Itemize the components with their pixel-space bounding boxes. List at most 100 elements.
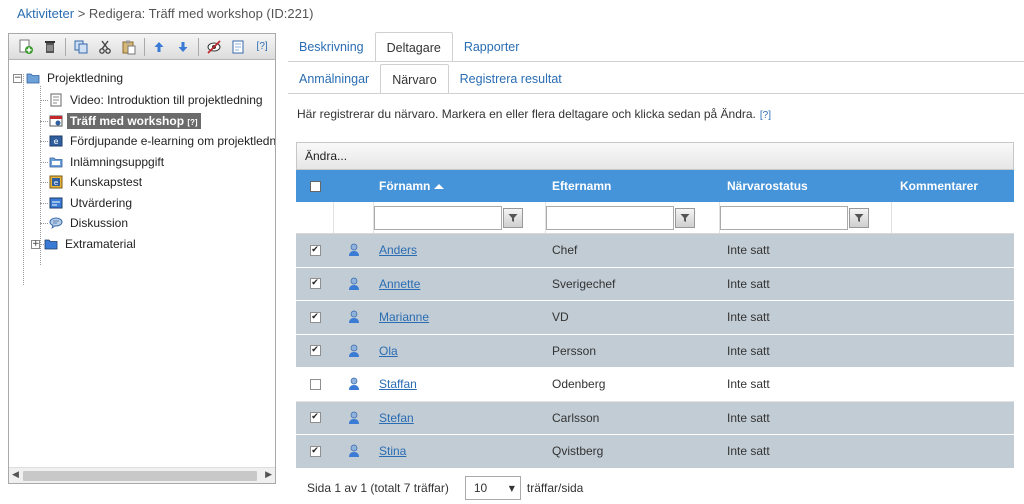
page-size-value: 10 <box>473 481 488 495</box>
page-size-select[interactable]: 10 ▼ <box>464 476 521 500</box>
test-icon: e <box>49 175 63 189</box>
row-status-cell: Inte satt <box>720 402 892 435</box>
move-up-icon[interactable] <box>149 37 171 57</box>
header-comments[interactable]: Kommentarer <box>892 170 1014 202</box>
tree-item-utvardering[interactable]: Utvärdering <box>49 193 135 213</box>
table-row[interactable]: ✔ Anders Chef Inte satt <box>296 234 1014 268</box>
delete-icon[interactable] <box>39 37 61 57</box>
cut-icon[interactable] <box>94 37 116 57</box>
svg-text:e: e <box>54 179 58 187</box>
participant-name-link[interactable]: Annette <box>379 277 420 291</box>
table-row[interactable]: ✔ Marianne VD Inte satt <box>296 301 1014 335</box>
row-checkbox[interactable]: ✔ <box>309 412 321 424</box>
preview-icon[interactable] <box>227 37 249 57</box>
expand-icon[interactable]: + <box>31 239 40 249</box>
participant-name-link[interactable]: Ola <box>379 344 398 358</box>
tree-item-diskussion[interactable]: Diskussion <box>49 213 131 233</box>
table-row[interactable]: Staffan Odenberg Inte satt <box>296 368 1014 402</box>
header-first-name[interactable]: Förnamn <box>374 170 546 202</box>
pager-summary: Sida 1 av 1 (totalt 7 träffar) <box>307 481 449 495</box>
tree-node-label-text: Träff med workshop <box>70 114 185 128</box>
tree-item-inlamningsuppgift[interactable]: Inlämningsuppgift <box>49 152 167 172</box>
tree-connector <box>40 162 48 163</box>
add-icon[interactable] <box>15 37 37 57</box>
filter-icon[interactable] <box>675 207 695 228</box>
filter-empty <box>334 202 374 233</box>
help-icon[interactable]: [?] <box>251 37 273 57</box>
row-checkbox-cell: ✔ <box>296 268 334 301</box>
tab-rapporter[interactable]: Rapporter <box>453 32 531 62</box>
tab-divider <box>288 61 1024 62</box>
user-icon <box>349 411 359 424</box>
select-all-checkbox[interactable] <box>309 180 321 192</box>
table-row[interactable]: ✔ Ola Persson Inte satt <box>296 334 1014 368</box>
row-user-icon-cell <box>334 335 374 368</box>
hide-icon[interactable] <box>203 37 225 57</box>
participant-name-link[interactable]: Marianne <box>379 310 429 324</box>
tree-item-kunskapstest[interactable]: e Kunskapstest <box>49 172 145 192</box>
table-row[interactable]: ✔ Stina Qvistberg Inte satt <box>296 435 1014 469</box>
row-last-name: Odenberg <box>552 377 606 392</box>
row-first-name-cell: Anders <box>374 234 546 267</box>
tree-item-video[interactable]: Video: Introduktion till projektledning <box>49 90 266 110</box>
row-first-name-cell: Marianne <box>374 301 546 334</box>
tab-registrera-resultat[interactable]: Registrera resultat <box>449 64 573 94</box>
main-tabs: Beskrivning Deltagare Rapporter <box>288 32 530 62</box>
tree-node-root[interactable]: − Projektledning <box>13 68 126 88</box>
breadcrumb-current: Redigera: Träff med workshop (ID:221) <box>88 6 314 21</box>
tab-narvaro[interactable]: Närvaro <box>380 64 449 94</box>
tree-node-label: Kunskapstest <box>70 175 143 189</box>
subtab-divider <box>288 93 1024 94</box>
header-status[interactable]: Närvarostatus <box>720 170 892 202</box>
scroll-left-icon[interactable]: ◀ <box>12 470 19 480</box>
tree-item-traff-med-workshop[interactable]: Träff med workshop [?] <box>49 111 201 131</box>
participant-name-link[interactable]: Staffan <box>379 377 417 391</box>
toolbar-separator <box>143 37 145 56</box>
participant-name-link[interactable]: Anders <box>379 243 417 257</box>
row-checkbox[interactable]: ✔ <box>309 445 321 457</box>
row-checkbox[interactable]: ✔ <box>309 244 321 256</box>
copy-icon[interactable] <box>70 37 92 57</box>
tab-deltagare[interactable]: Deltagare <box>374 32 453 62</box>
row-last-name: Persson <box>552 343 597 358</box>
info-text: Här registrerar du närvaro. Markera en e… <box>297 107 771 121</box>
folder-icon <box>44 237 58 251</box>
info-help-link[interactable]: [?] <box>760 110 771 121</box>
tree-node-label: Utvärdering <box>70 196 133 210</box>
breadcrumb-link-aktiviteter[interactable]: Aktiviteter <box>17 6 74 21</box>
filter-icon[interactable] <box>849 207 869 228</box>
row-checkbox[interactable]: ✔ <box>309 278 321 290</box>
row-status-cell: Inte satt <box>720 301 892 334</box>
filter-first-name-input[interactable] <box>374 205 502 230</box>
filter-status-input[interactable] <box>720 205 848 230</box>
row-status: Inte satt <box>727 243 770 258</box>
paste-icon[interactable] <box>118 37 140 57</box>
elearning-icon: e <box>49 134 63 148</box>
tree-horizontal-scrollbar[interactable]: ◀ ▶ <box>9 467 275 483</box>
move-down-icon[interactable] <box>172 37 194 57</box>
scrollbar-thumb[interactable] <box>23 471 257 481</box>
participant-name-link[interactable]: Stefan <box>379 411 414 425</box>
tree-item-fordjupande-elearning[interactable]: e Fördjupande e-learning om projektledni… <box>49 131 275 151</box>
table-row[interactable]: ✔ Annette Sverigechef Inte satt <box>296 267 1014 301</box>
table-row[interactable]: ✔ Stefan Carlsson Inte satt <box>296 401 1014 435</box>
row-user-icon-cell <box>334 301 374 334</box>
collapse-icon[interactable]: − <box>13 73 22 83</box>
row-status: Inte satt <box>727 410 770 425</box>
tab-anmalningar[interactable]: Anmälningar <box>288 64 380 94</box>
filter-icon[interactable] <box>503 207 523 228</box>
row-checkbox[interactable] <box>309 378 321 390</box>
participant-name-link[interactable]: Stina <box>379 444 406 458</box>
row-checkbox-cell: ✔ <box>296 301 334 334</box>
scroll-right-icon[interactable]: ▶ <box>265 470 272 480</box>
change-button[interactable]: Ändra... <box>305 149 347 163</box>
filter-last-name-input[interactable] <box>546 205 674 230</box>
tree-item-extramaterial[interactable]: + Extramaterial <box>31 234 139 254</box>
row-checkbox[interactable]: ✔ <box>309 345 321 357</box>
row-checkbox[interactable]: ✔ <box>309 311 321 323</box>
attendance-grid: Ändra... Förnamn Efternamn Närvarostatus… <box>296 142 1014 469</box>
row-user-icon-cell <box>334 435 374 468</box>
tab-beskrivning[interactable]: Beskrivning <box>288 32 375 62</box>
row-checkbox-cell: ✔ <box>296 234 334 267</box>
header-last-name[interactable]: Efternamn <box>546 170 720 202</box>
